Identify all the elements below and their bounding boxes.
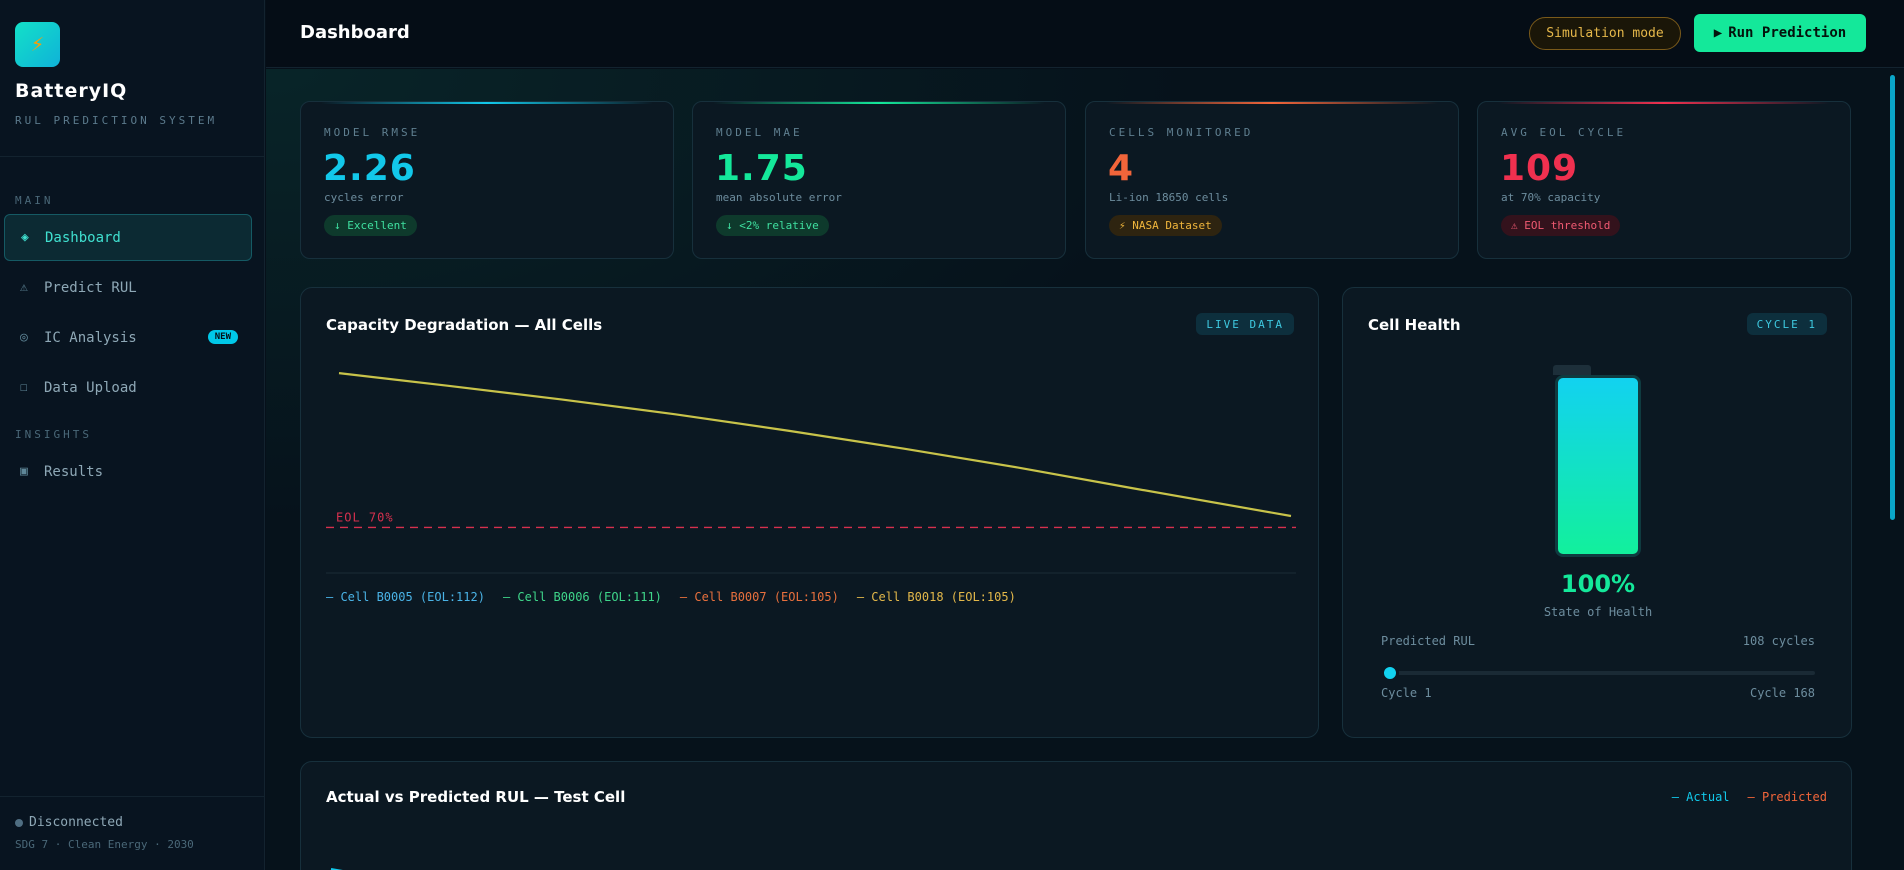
cycle-slider-thumb[interactable] [1381, 664, 1399, 682]
capacity-degradation-panel: Capacity Degradation — All Cells LIVE DA… [300, 287, 1319, 738]
sidebar-item-results[interactable]: ▣ Results [4, 448, 252, 495]
legend-item-b0006[interactable]: — Cell B0006 (EOL:111) [503, 590, 662, 604]
diamond-icon: ◈ [21, 230, 29, 245]
stat-badge: ⚠ EOL threshold [1501, 215, 1621, 236]
stat-value: 4 [1108, 148, 1135, 189]
legend-predicted[interactable]: — Predicted [1748, 790, 1827, 804]
legend-actual[interactable]: — Actual [1672, 790, 1730, 804]
cell-health-panel: Cell Health CYCLE 1 100% State of Health… [1342, 287, 1852, 738]
panel-title: Cell Health [1368, 316, 1461, 334]
run-prediction-label: Run Prediction [1728, 25, 1847, 41]
section-label-insights: INSIGHTS [15, 428, 92, 441]
play-icon: ▶ [1713, 25, 1723, 41]
cycle-max-label: Cycle 168 [1749, 686, 1815, 700]
sidebar-item-predict-rul[interactable]: ⚠ Predict RUL [4, 264, 252, 311]
predicted-rul-value: 108 cycles [1742, 634, 1815, 648]
brand-subtitle: RUL PREDICTION SYSTEM [15, 114, 218, 127]
soh-value: 100% [1560, 570, 1636, 598]
battery-cap [1553, 365, 1591, 375]
rul-comparison-panel: Actual vs Predicted RUL — Test Cell — Ac… [300, 761, 1852, 870]
stat-subtitle: mean absolute error [716, 191, 842, 204]
sidebar-item-label: Predict RUL [44, 279, 137, 296]
rul-chart-start [330, 868, 343, 870]
cycle-min-label: Cycle 1 [1381, 686, 1432, 700]
card-accent [321, 102, 653, 104]
stat-card-mae: MODEL MAE 1.75 mean absolute error ↓ <2%… [692, 101, 1066, 259]
connection-status: Disconnected [15, 815, 123, 830]
sidebar-item-label: IC Analysis [44, 329, 137, 346]
card-accent [1106, 102, 1438, 104]
legend-item-b0005[interactable]: — Cell B0005 (EOL:112) [326, 590, 485, 604]
stat-label: AVG EOL CYCLE [1501, 126, 1627, 139]
target-icon: ◎ [20, 330, 28, 345]
sidebar: ⚡ BatteryIQ RUL PREDICTION SYSTEM MAIN ◈… [0, 0, 265, 870]
capacity-chart: EOL 70% [326, 372, 1296, 574]
stat-badge: ⚡ NASA Dataset [1109, 215, 1222, 236]
new-badge: NEW [207, 330, 238, 344]
square-icon: ☐ [20, 380, 28, 395]
page-title: Dashboard [300, 22, 410, 43]
stat-subtitle: cycles error [324, 191, 404, 204]
card-accent [713, 102, 1045, 104]
divider [0, 796, 265, 797]
stat-value: 109 [1500, 148, 1579, 189]
series-line-0 [338, 372, 1292, 518]
results-icon: ▣ [20, 464, 28, 479]
status-dot-icon [15, 818, 23, 827]
lightning-icon: ⚡ [30, 32, 45, 57]
divider [0, 156, 265, 157]
rul-legend: — Actual — Predicted [1672, 790, 1827, 804]
legend-item-b0007[interactable]: — Cell B0007 (EOL:105) [680, 590, 839, 604]
simulation-mode-button[interactable]: Simulation mode [1529, 17, 1681, 50]
stat-value: 1.75 [715, 148, 808, 189]
scrollbar[interactable] [1890, 75, 1895, 520]
logo: ⚡ [15, 22, 60, 67]
stat-subtitle: at 70% capacity [1501, 191, 1601, 204]
sidebar-item-data-upload[interactable]: ☐ Data Upload [4, 364, 252, 411]
stat-card-rmse: MODEL RMSE 2.26 cycles error ↓ Excellent [300, 101, 674, 259]
stat-subtitle: Li-ion 18650 cells [1109, 191, 1229, 204]
sidebar-item-dashboard[interactable]: ◈ Dashboard [4, 214, 252, 261]
section-label-main: MAIN [15, 194, 54, 207]
brand-name: BatteryIQ [15, 80, 128, 102]
cycle-slider-track[interactable] [1381, 671, 1815, 675]
chart-legend: — Cell B0005 (EOL:112) — Cell B0006 (EOL… [326, 590, 1016, 604]
stat-label: CELLS MONITORED [1109, 126, 1254, 139]
status-label: Disconnected [29, 815, 123, 830]
cycle-tag: CYCLE 1 [1746, 313, 1827, 335]
stat-badge: ↓ Excellent [324, 215, 417, 236]
sidebar-item-label: Data Upload [44, 379, 137, 396]
stat-label: MODEL MAE [716, 126, 803, 139]
topbar: Dashboard Simulation mode ▶ Run Predicti… [266, 0, 1904, 68]
panel-title: Actual vs Predicted RUL — Test Cell [326, 788, 626, 806]
stat-card-cells: CELLS MONITORED 4 Li-ion 18650 cells ⚡ N… [1085, 101, 1459, 259]
stat-badge: ↓ <2% relative [716, 215, 829, 236]
stat-value: 2.26 [323, 148, 416, 189]
stat-label: MODEL RMSE [324, 126, 421, 139]
card-accent [1498, 102, 1830, 104]
predicted-rul-label: Predicted RUL [1381, 634, 1475, 648]
eol-label: EOL 70% [336, 510, 394, 524]
battery-icon [1555, 375, 1641, 557]
legend-item-b0018[interactable]: — Cell B0018 (EOL:105) [857, 590, 1016, 604]
sidebar-item-ic-analysis[interactable]: ◎ IC Analysis NEW [4, 314, 252, 361]
warning-icon: ⚠ [20, 280, 28, 295]
run-prediction-button[interactable]: ▶ Run Prediction [1694, 14, 1866, 52]
footer-text: SDG 7 · Clean Energy · 2030 [15, 838, 194, 851]
stat-card-eol: AVG EOL CYCLE 109 at 70% capacity ⚠ EOL … [1477, 101, 1851, 259]
soh-label: State of Health [1543, 605, 1653, 619]
sidebar-item-label: Results [44, 463, 104, 480]
sidebar-item-label: Dashboard [45, 229, 121, 246]
